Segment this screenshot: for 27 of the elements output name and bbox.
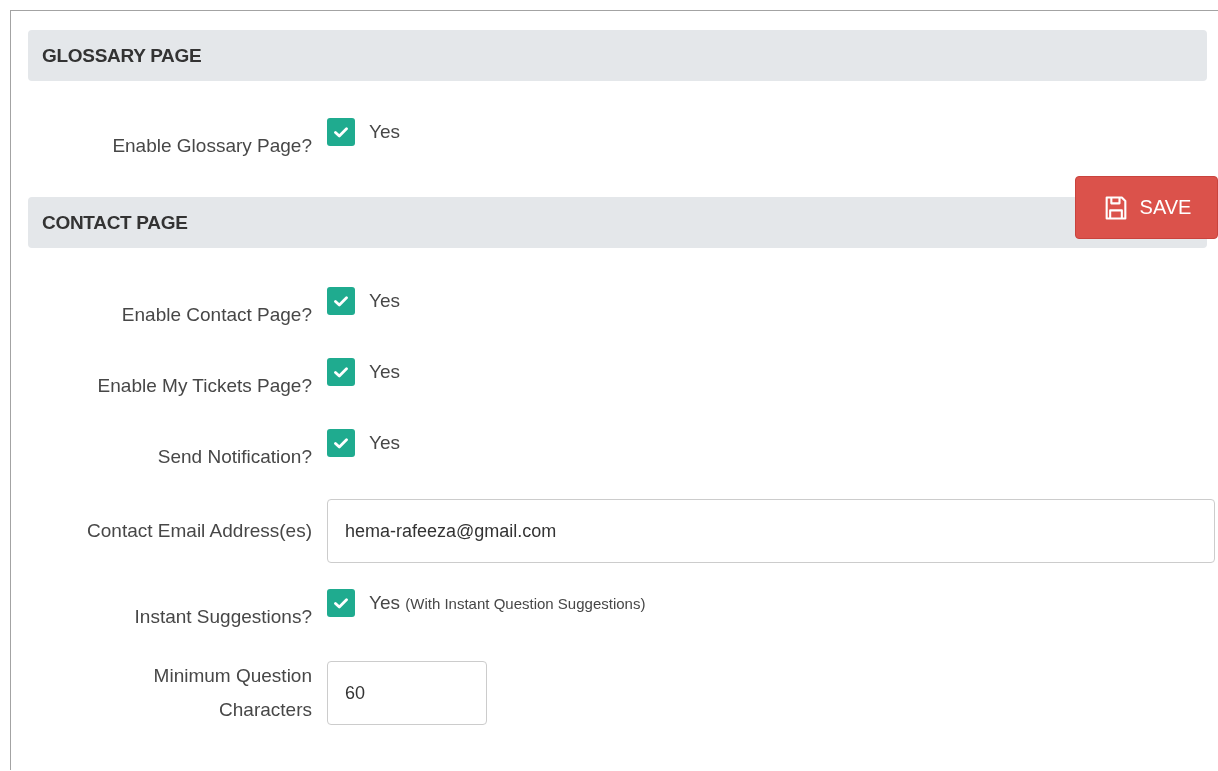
section-title: GLOSSARY PAGE — [42, 44, 202, 67]
section-title: CONTACT PAGE — [42, 211, 188, 234]
checkbox[interactable] — [327, 118, 355, 146]
checkbox[interactable] — [327, 429, 355, 457]
option-label: Yes (With Instant Question Suggestions) — [369, 592, 646, 614]
field-label: Instant Suggestions? — [134, 605, 312, 629]
field-label: Enable My Tickets Page? — [97, 374, 312, 398]
field-label: Enable Glossary Page? — [112, 134, 312, 158]
text-field[interactable]: 60 — [327, 661, 487, 725]
check-icon — [334, 366, 348, 378]
check-icon — [334, 126, 348, 138]
field-label: Enable Contact Page? — [121, 303, 312, 327]
field-label: Send Notification? — [157, 445, 312, 469]
field-label: Contact Email Address(es) — [87, 519, 312, 543]
option-label: Yes — [369, 121, 400, 143]
option-label: Yes — [369, 290, 400, 312]
check-icon — [334, 597, 348, 609]
check-icon — [334, 295, 348, 307]
option-label: Yes — [369, 432, 400, 454]
field-label: Minimum Question Characters — [152, 664, 312, 722]
checkbox[interactable] — [327, 287, 355, 315]
checkbox[interactable] — [327, 358, 355, 386]
check-icon — [334, 437, 348, 449]
option-label: Yes — [369, 361, 400, 383]
save-button[interactable]: SAVE — [1075, 176, 1218, 239]
checkbox[interactable] — [327, 589, 355, 617]
text-field[interactable]: hema-rafeeza@gmail.com — [327, 499, 1215, 563]
